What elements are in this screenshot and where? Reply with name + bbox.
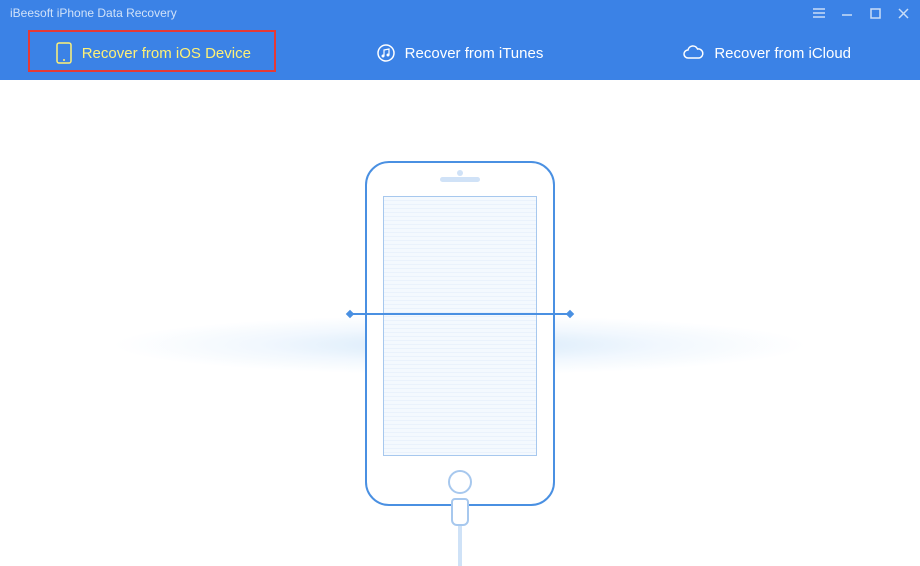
menu-icon[interactable]	[812, 6, 826, 20]
tab-label: Recover from iOS Device	[82, 45, 251, 62]
cable-plug	[451, 498, 469, 526]
titlebar: iBeesoft iPhone Data Recovery	[0, 0, 920, 26]
cloud-icon	[682, 45, 704, 61]
tab-ios-device[interactable]: Recover from iOS Device	[0, 26, 307, 80]
phone-speaker	[440, 177, 480, 182]
device-icon	[56, 42, 72, 64]
tab-label: Recover from iTunes	[405, 45, 544, 62]
phone-illustration	[365, 161, 555, 506]
cable-illustration	[451, 498, 469, 566]
tabbar: Recover from iOS Device Recover from iTu…	[0, 26, 920, 80]
phone-screen	[383, 196, 537, 456]
window-controls	[812, 6, 910, 20]
scan-line	[350, 313, 570, 315]
tab-itunes[interactable]: Recover from iTunes	[307, 26, 614, 80]
phone-home-button	[448, 470, 472, 494]
cable-wire	[458, 526, 462, 566]
maximize-icon[interactable]	[868, 6, 882, 20]
tab-icloud[interactable]: Recover from iCloud	[613, 26, 920, 80]
content-area	[0, 80, 920, 566]
app-title: iBeesoft iPhone Data Recovery	[10, 6, 177, 20]
close-icon[interactable]	[896, 6, 910, 20]
tab-label: Recover from iCloud	[714, 45, 851, 62]
music-note-icon	[377, 44, 395, 62]
phone-camera	[457, 170, 463, 176]
phone-outline	[365, 161, 555, 506]
minimize-icon[interactable]	[840, 6, 854, 20]
